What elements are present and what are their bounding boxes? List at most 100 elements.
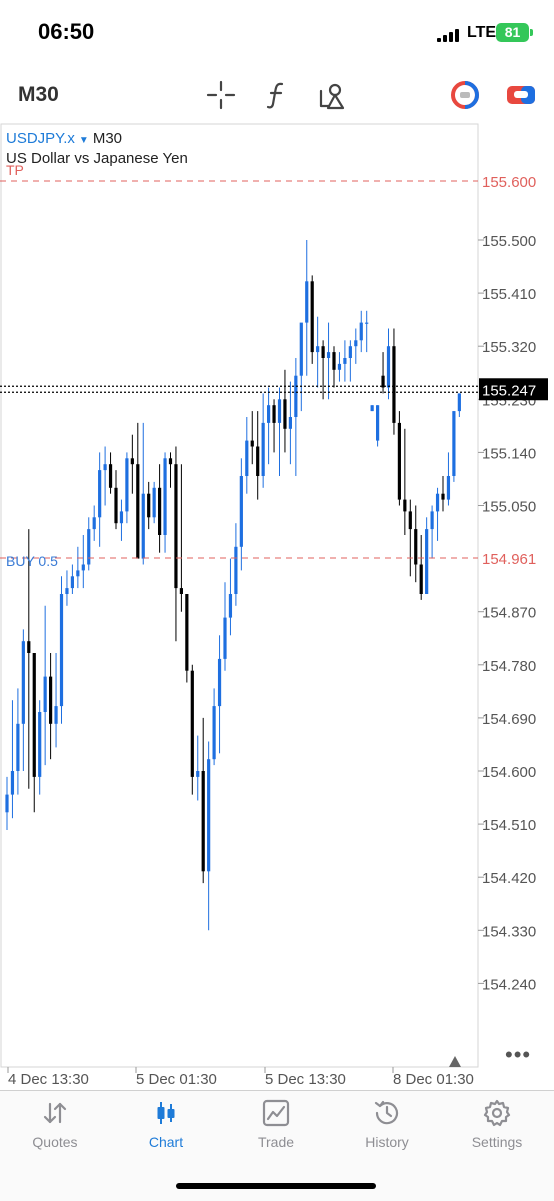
symbol-name[interactable]: USDJPY.x [6, 130, 75, 147]
battery-nub [530, 29, 533, 36]
candle-body [152, 487, 156, 518]
function-icon[interactable] [260, 78, 294, 112]
candle-body [32, 653, 36, 777]
candle-body [147, 493, 151, 518]
new-order-icon[interactable] [504, 78, 538, 112]
candle-body [386, 346, 391, 388]
tab-label: Chart [148, 1134, 184, 1150]
timeframe-button[interactable]: M30 [18, 83, 59, 107]
quotes-icon [43, 1102, 67, 1124]
candle-body [305, 281, 309, 323]
candle-body [446, 476, 451, 500]
candle-body [452, 411, 456, 476]
current-price-label: 155.247 [482, 382, 536, 399]
status-bar: 06:50 LTE 81 [0, 0, 554, 66]
chart-shift-icon[interactable] [449, 1056, 461, 1067]
candle-body [185, 594, 189, 671]
chevron-down-icon[interactable]: ▼ [79, 135, 89, 146]
candle-body [294, 375, 298, 417]
symbol-timeframe: M30 [92, 130, 123, 147]
candle-body [59, 594, 64, 707]
price-chart[interactable]: 155.500155.410155.320155.230155.140155.0… [0, 123, 554, 1090]
candle-body [234, 546, 238, 594]
candle-body [332, 352, 336, 370]
objects-icon[interactable] [316, 78, 350, 112]
buy-level-label[interactable]: BUY 0.5 [6, 553, 58, 569]
candle-body [223, 617, 227, 659]
candle-body [70, 576, 74, 589]
candle-body [354, 340, 358, 347]
y-tick-label: 155.050 [482, 499, 536, 516]
candle-body [81, 564, 85, 571]
candle-body [256, 446, 260, 476]
candle-body [408, 511, 412, 530]
crosshair-icon[interactable] [204, 78, 238, 112]
y-tick-label: 154.240 [482, 976, 536, 993]
tp-level-label[interactable]: TP [6, 162, 24, 178]
symbol-description: US Dollar vs Japanese Yen [6, 150, 188, 167]
candle-body [316, 346, 320, 353]
candle-body [250, 440, 254, 447]
candle-body [38, 712, 42, 777]
x-tick-label: 5 Dec 13:30 [265, 1071, 346, 1088]
candle-body [98, 470, 102, 518]
tab-quotes[interactable]: Quotes [5, 1098, 105, 1158]
tab-trade[interactable]: Trade [226, 1098, 326, 1158]
home-indicator [176, 1183, 376, 1189]
one-click-trading-icon[interactable] [448, 78, 482, 112]
y-tick-label: 155.140 [482, 445, 536, 462]
candle-body [103, 464, 107, 471]
more-icon[interactable]: ••• [505, 1042, 531, 1068]
candle-body [277, 399, 282, 423]
candle-body [49, 676, 53, 724]
candle-body [163, 458, 167, 535]
candle-body [397, 422, 401, 500]
candle-body [261, 422, 265, 476]
status-time: 06:50 [38, 19, 95, 44]
candle-body [108, 464, 113, 488]
tab-label: History [365, 1134, 409, 1150]
candle-body [370, 405, 374, 412]
symbol-header[interactable]: USDJPY.x ▼ M30 [6, 130, 122, 147]
candle-body [457, 393, 461, 412]
candle-body [158, 487, 162, 535]
y-tick-label: 154.600 [482, 764, 536, 781]
network-type: LTE [467, 24, 497, 41]
candle-body [141, 493, 145, 559]
tp-price-label: 155.600 [482, 174, 536, 191]
candle-body [201, 771, 205, 872]
candle-body [359, 322, 363, 341]
y-tick-label: 154.330 [482, 923, 536, 940]
candle-body [228, 594, 233, 618]
y-tick-label: 155.500 [482, 233, 536, 250]
candle-body [239, 476, 243, 547]
candle-body [245, 440, 249, 476]
candle-body [10, 771, 15, 795]
candle-body [119, 511, 124, 524]
candle-body [326, 352, 331, 358]
tab-settings[interactable]: Settings [447, 1098, 547, 1158]
y-tick-label: 154.420 [482, 870, 536, 887]
candle-body [212, 706, 216, 760]
y-tick-label: 155.410 [482, 286, 536, 303]
candle-body [54, 706, 58, 724]
candle-body [130, 458, 134, 465]
candle-body [376, 405, 380, 441]
y-tick-label: 154.870 [482, 605, 536, 622]
candle-body [337, 363, 342, 370]
y-tick-label: 154.780 [482, 658, 536, 675]
candle-body [43, 676, 47, 712]
candle-body [87, 529, 91, 565]
trade-icon [262, 1099, 290, 1127]
tab-chart[interactable]: Chart [116, 1098, 216, 1158]
candle-body [174, 464, 178, 589]
candle-body [348, 346, 352, 358]
tab-history[interactable]: History [337, 1098, 437, 1158]
candle-body [207, 759, 211, 872]
candle-body [190, 670, 194, 777]
battery-icon: 81 [496, 23, 529, 42]
candle-body [283, 399, 287, 429]
x-tick-label: 4 Dec 13:30 [8, 1071, 89, 1088]
candle-body [430, 511, 434, 530]
candle-body [92, 517, 96, 530]
